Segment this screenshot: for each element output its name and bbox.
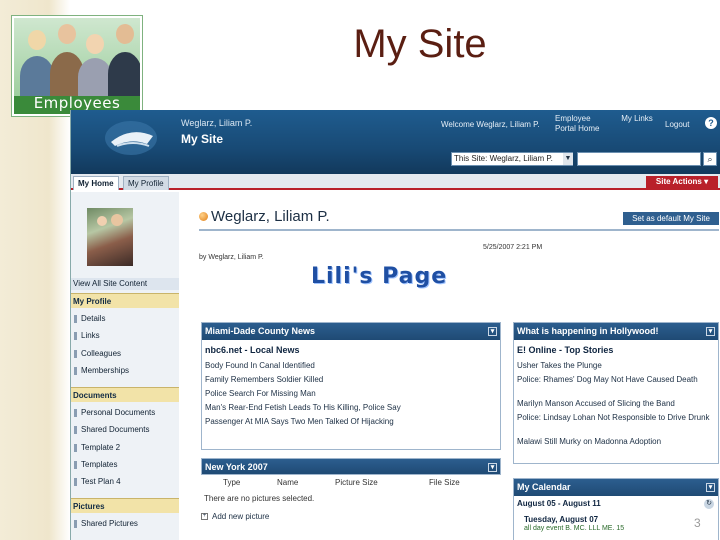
nav-item-colleagues[interactable]: Colleagues [71,347,179,361]
news-item[interactable]: Passenger At MIA Says Two Men Talked Of … [205,417,394,426]
tab-my-profile[interactable]: My Profile [123,176,169,190]
header-site-title: My Site [181,132,224,146]
welcome-menu[interactable]: Welcome Weglarz, Liliam P. [441,120,540,129]
page-banner: Lili's Page [311,264,448,289]
view-all-content-link[interactable]: View All Site Content [71,278,179,290]
column-picture-size[interactable]: Picture Size [335,478,378,487]
news-item[interactable]: Police: Lindsay Lohan Not Responsible to… [517,413,715,422]
nav-item-test-plan-4[interactable]: Test Plan 4 [71,475,179,489]
nav-item-templates[interactable]: Templates [71,458,179,472]
chevron-down-icon[interactable]: ▾ [706,483,715,492]
news-item[interactable]: Body Found In Canal Identified [205,361,315,370]
add-picture-link[interactable]: + Add new picture [201,512,269,521]
pictures-column-headers: Type Name Picture Size File Size [201,478,499,488]
site-actions-menu[interactable]: Site Actions ▾ [646,176,718,188]
search-icon[interactable]: ⌕ [703,152,717,166]
main-content: Weglarz, Liliam P. Set as default My Sit… [183,192,720,540]
help-icon[interactable]: ? [705,117,717,129]
news-item[interactable]: Man's Rear-End Fetish Leads To His Killi… [205,403,401,412]
column-type[interactable]: Type [223,478,240,487]
news-item[interactable]: Police Search For Missing Man [205,389,316,398]
hollywood-title: What is happening in Hollywood! [517,326,659,336]
tab-bar: My Home My Profile [71,174,720,190]
refresh-icon[interactable]: ↻ [704,499,714,509]
presence-icon [199,212,208,221]
hollywood-webpart: What is happening in Hollywood! ▾ E! Onl… [513,322,719,464]
nav-item-template-2[interactable]: Template 2 [71,441,179,455]
modified-date: 5/25/2007 2:21 PM [483,244,543,251]
nav-heading-my-profile[interactable]: My Profile [71,293,179,308]
left-navigation: View All Site Content My Profile Details… [71,192,179,540]
chevron-down-icon[interactable]: ▾ [488,463,497,472]
news-item[interactable]: Malawi Still Murky on Madonna Adoption [517,437,661,446]
page-title: Weglarz, Liliam P. [211,208,330,225]
slide-title: My Site [353,22,487,66]
news-source[interactable]: E! Online - Top Stories [517,345,613,355]
nav-item-shared-pictures[interactable]: Shared Pictures [71,517,179,531]
calendar-event[interactable]: all day event B. MC. LLL ME. 15 [524,525,624,532]
site-actions-label: Site Actions [655,177,702,186]
nav-item-shared-documents[interactable]: Shared Documents [71,423,179,437]
column-name[interactable]: Name [277,478,298,487]
search-scope-select[interactable]: This Site: Weglarz, Liliam P. [451,152,573,166]
pictures-webpart: New York 2007 ▾ Type Name Picture Size F… [201,458,501,528]
logout-link[interactable]: Logout [665,120,689,129]
nav-item-personal-documents[interactable]: Personal Documents [71,406,179,420]
set-default-button[interactable]: Set as default My Site [623,212,719,225]
profile-photo [87,208,133,266]
calendar-title: My Calendar [517,482,571,492]
miami-news-webpart: Miami-Dade County News ▾ nbc6.net - Loca… [201,322,501,450]
site-header: Weglarz, Liliam P. My Site Welcome Wegla… [71,110,720,174]
title-divider [199,229,719,231]
ship-logo-icon [105,121,157,155]
chevron-down-icon[interactable]: ▾ [488,327,497,336]
chevron-down-icon[interactable]: ▼ [563,153,573,165]
nav-heading-documents[interactable]: Documents [71,387,179,402]
webpart-title: New York 2007 ▾ [201,458,501,475]
news-source[interactable]: nbc6.net - Local News [205,345,300,355]
nav-heading-pictures[interactable]: Pictures [71,498,179,513]
employees-photo [14,18,140,96]
nav-item-memberships[interactable]: Memberships [71,364,179,378]
calendar-webpart: My Calendar ▾ August 05 - August 11 ↻ Tu… [513,478,719,540]
nav-item-links[interactable]: Links [71,329,179,343]
calendar-range: August 05 - August 11 [517,499,601,508]
employees-logo: Employees [12,16,142,116]
column-file-size[interactable]: File Size [429,478,460,487]
by-line: by Weglarz, Liliam P. [199,254,264,261]
tab-my-home[interactable]: My Home [73,176,119,190]
news-item[interactable]: Marilyn Manson Accused of Slicing the Ba… [517,399,675,408]
webpart-title: What is happening in Hollywood! ▾ [514,323,718,340]
miami-news-title: Miami-Dade County News [205,326,316,336]
news-item[interactable]: Usher Takes the Plunge [517,361,602,370]
add-picture-label: Add new picture [212,512,270,521]
slide-number: 3 [694,516,701,530]
my-links-menu[interactable]: My Links [621,114,653,124]
news-item[interactable]: Police: Rhames' Dog May Not Have Caused … [517,375,715,384]
search-input[interactable] [577,152,701,166]
plus-icon: + [201,513,208,521]
calendar-day: Tuesday, August 07 [524,515,599,524]
header-user-name: Weglarz, Liliam P. [181,118,253,128]
webpart-title: My Calendar ▾ [514,479,718,496]
top-links: Employee Portal Home My Links [555,114,659,134]
pictures-empty-message: There are no pictures selected. [204,494,315,503]
webpart-title: Miami-Dade County News ▾ [202,323,500,340]
sharepoint-screenshot: Weglarz, Liliam P. My Site Welcome Wegla… [70,110,720,540]
employee-portal-link[interactable]: Employee Portal Home [555,114,613,134]
chevron-down-icon[interactable]: ▾ [706,327,715,336]
pictures-title: New York 2007 [205,462,268,472]
news-item[interactable]: Family Remembers Soldier Killed [205,375,323,384]
nav-item-details[interactable]: Details [71,312,179,326]
